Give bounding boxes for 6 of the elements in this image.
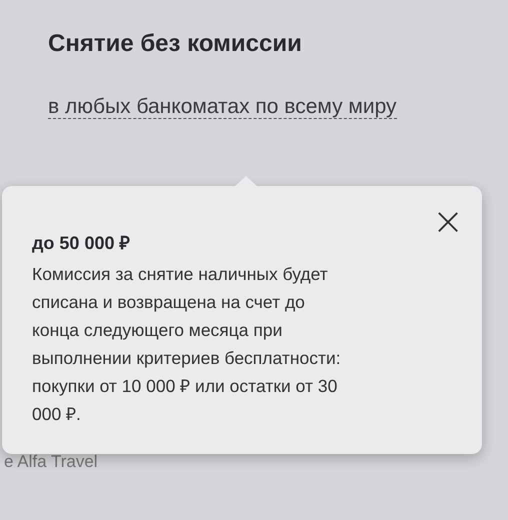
close-button[interactable]: × [428,204,468,238]
footer-text: e Alfa Travel [4,452,98,472]
limit-amount: до 50 000 ₽ [32,232,130,254]
tooltip-text: Комиссия за снятие наличных будет списана и возвращена на счет до конца следующего месяца при выполнении критериев бесплатности: покупки от 10 000 ₽ или остатки от 30 000 ₽. [32,263,342,426]
section-title: Снятие без комиссии [48,30,303,58]
atm-link[interactable]: в любых банкоматах по всему миру [48,95,397,119]
